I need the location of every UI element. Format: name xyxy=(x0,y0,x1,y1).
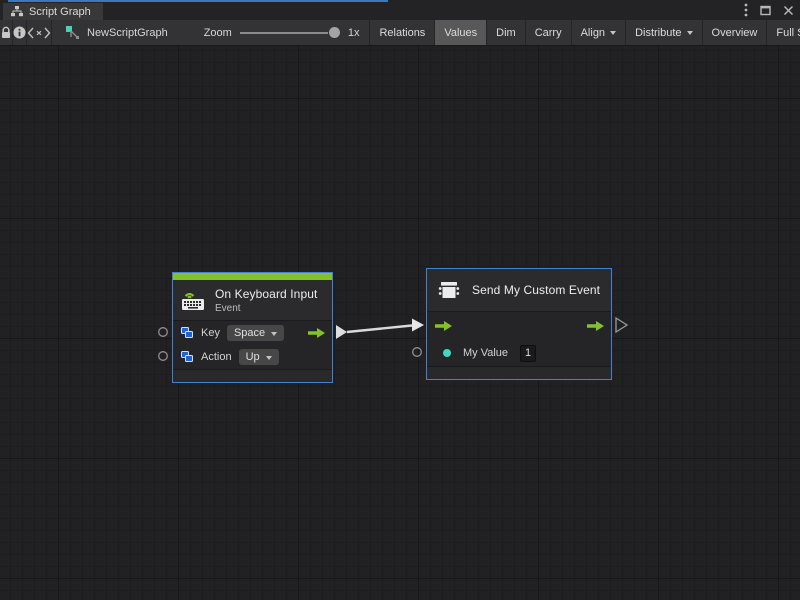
my-value-input[interactable]: 1 xyxy=(520,345,536,362)
flow-in-arrow-icon[interactable] xyxy=(435,321,452,331)
node-subtitle: Event xyxy=(215,303,317,314)
value-port-dot-icon xyxy=(443,349,451,357)
port-action-input[interactable] xyxy=(159,352,168,361)
tab-bar: Script Graph xyxy=(0,0,800,20)
port-flow-output-unconnected[interactable] xyxy=(616,318,627,332)
chevron-down-icon xyxy=(610,31,616,35)
node-send-my-custom-event[interactable]: Send My Custom Event My Value 1 xyxy=(426,268,612,380)
toolbar-buttons: Relations Values Dim Carry Align Distrib… xyxy=(369,20,800,45)
port-row-action: Action Up xyxy=(173,345,332,369)
port-label-key: Key xyxy=(201,327,220,339)
node-title: Send My Custom Event xyxy=(472,283,600,297)
carry-button[interactable]: Carry xyxy=(526,20,572,45)
full-screen-button[interactable]: Full Screen xyxy=(767,20,800,45)
custom-event-icon xyxy=(437,279,461,301)
connection-arrowhead xyxy=(412,319,424,332)
chevron-down-icon xyxy=(271,332,277,336)
action-variable-icon xyxy=(181,351,194,363)
connection-wire[interactable] xyxy=(347,326,412,333)
node-header: On Keyboard Input Event xyxy=(173,280,332,320)
align-dropdown-button[interactable]: Align xyxy=(572,20,626,45)
keyboard-icon xyxy=(181,290,206,311)
close-icon[interactable] xyxy=(783,5,794,16)
event-accent-bar xyxy=(173,273,332,280)
port-row-key: Key Space xyxy=(173,321,332,345)
breadcrumb[interactable]: NewScriptGraph xyxy=(52,20,178,45)
graph-canvas[interactable]: On Keyboard Input Event Key Space xyxy=(0,46,800,600)
port-flow-output[interactable] xyxy=(336,325,347,339)
code-preview-button[interactable] xyxy=(27,20,52,45)
node-on-keyboard-input[interactable]: On Keyboard Input Event Key Space xyxy=(172,272,333,383)
node-body: My Value 1 xyxy=(427,311,611,367)
focus-highlight-line xyxy=(8,0,388,2)
zoom-slider-track[interactable] xyxy=(240,32,328,34)
values-button[interactable]: Values xyxy=(435,20,487,45)
flow-arrow-icon[interactable] xyxy=(308,328,325,338)
port-my-value-input[interactable] xyxy=(413,348,422,357)
graph-hierarchy-icon xyxy=(11,6,23,17)
info-icon xyxy=(13,26,26,39)
port-label-my-value: My Value xyxy=(463,347,508,359)
zoom-label: Zoom xyxy=(204,27,232,39)
port-row-my-value: My Value 1 xyxy=(427,340,611,366)
tab-script-graph[interactable]: Script Graph xyxy=(3,3,103,20)
zoom-value: 1x xyxy=(348,27,360,39)
action-dropdown[interactable]: Up xyxy=(239,349,279,365)
node-footer xyxy=(427,367,611,379)
lock-icon xyxy=(0,26,12,39)
zoom-slider-handle[interactable] xyxy=(329,27,340,38)
overview-button[interactable]: Overview xyxy=(703,20,768,45)
graph-toolbar: NewScriptGraph Zoom 1x Relations Values … xyxy=(0,20,800,46)
script-graph-window: Script Graph xyxy=(0,0,800,600)
chevron-down-icon xyxy=(687,31,693,35)
port-key-input[interactable] xyxy=(159,328,168,337)
zoom-control: Zoom 1x xyxy=(204,20,360,45)
key-dropdown[interactable]: Space xyxy=(227,325,284,341)
node-title: On Keyboard Input xyxy=(215,287,317,301)
dim-button[interactable]: Dim xyxy=(487,20,526,45)
lock-button[interactable] xyxy=(0,20,13,45)
tab-title: Script Graph xyxy=(29,6,91,18)
keycode-variable-icon xyxy=(181,327,194,339)
distribute-dropdown-button[interactable]: Distribute xyxy=(626,20,702,45)
relations-button[interactable]: Relations xyxy=(370,20,435,45)
code-icon xyxy=(27,27,51,39)
info-button[interactable] xyxy=(13,20,27,45)
port-label-action: Action xyxy=(201,351,232,363)
port-row-flow xyxy=(427,312,611,340)
flow-out-arrow-icon[interactable] xyxy=(587,321,604,331)
node-footer xyxy=(173,370,332,382)
graph-name: NewScriptGraph xyxy=(87,27,168,39)
chevron-down-icon xyxy=(266,356,272,360)
script-graph-asset-icon xyxy=(66,26,80,39)
node-body: Key Space Action Up xyxy=(173,320,332,370)
node-header: Send My Custom Event xyxy=(427,269,611,311)
connections-overlay xyxy=(0,46,800,600)
kebab-menu-icon[interactable] xyxy=(744,3,748,17)
maximize-icon[interactable] xyxy=(760,5,771,16)
